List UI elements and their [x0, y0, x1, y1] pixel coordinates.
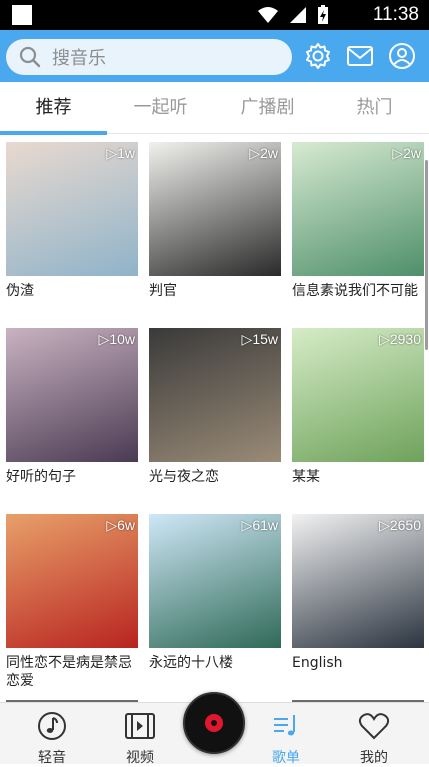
nav-label: 我的	[360, 750, 388, 766]
playlist-cover: ▷2650	[292, 514, 424, 648]
play-count: ▷6w	[106, 517, 135, 533]
status-time: 11:38	[372, 4, 419, 25]
nav-label: 视频	[126, 750, 154, 766]
tab-radio-drama[interactable]: 广播剧	[214, 82, 321, 132]
search-input[interactable]: 搜音乐	[6, 39, 292, 75]
playlist-card[interactable]: ▷2w 信息素说我们不可能	[292, 142, 424, 300]
playlist-card[interactable]: ▷2650 English	[292, 514, 424, 672]
play-count: ▷1w	[106, 145, 135, 161]
nav-label: 轻音	[38, 750, 66, 766]
playlist-card[interactable]: ▷15w 光与夜之恋	[149, 328, 281, 486]
playlist-title: 光与夜之恋	[149, 469, 219, 485]
playlist-cover: ▷1w	[6, 142, 138, 276]
search-icon	[19, 46, 41, 68]
nav-video[interactable]: 视频	[110, 711, 170, 767]
playlist-cover: ▷2w	[149, 142, 281, 276]
play-count: ▷2930	[379, 331, 421, 347]
wifi-icon	[258, 7, 278, 23]
playlist-cover: ▷10w	[6, 328, 138, 462]
playlist-grid: ▷1w 伪渣 ▷2w 判官 ▷2w 信息素说我们不可能 ▷10w 好听的句子 ▷…	[0, 134, 429, 702]
scrollbar[interactable]	[425, 160, 428, 350]
tab-popular[interactable]: 热门	[321, 82, 428, 132]
status-icons	[257, 5, 329, 24]
playlist-card[interactable]: ▷2w 判官	[149, 142, 281, 300]
vinyl-hole	[211, 720, 217, 726]
user-profile-icon[interactable]	[388, 42, 416, 70]
play-count: ▷15w	[241, 331, 278, 347]
nav-light-music[interactable]: 轻音	[22, 711, 82, 767]
playlist-cover: ▷2w	[292, 142, 424, 276]
playlist-title: 伪渣	[6, 283, 34, 299]
heart-icon	[358, 713, 390, 740]
playlist-title: 信息素说我们不可能	[292, 283, 418, 299]
now-playing-disc-button[interactable]	[183, 692, 245, 754]
signal-icon	[290, 7, 306, 23]
music-note-icon	[38, 712, 66, 740]
playlist-card[interactable]: ▷2930 某某	[292, 328, 424, 486]
playlist-card[interactable]: ▷61w 永远的十八楼	[149, 514, 281, 672]
playlist-cover: ▷2930	[292, 328, 424, 462]
play-count: ▷2w	[392, 145, 421, 161]
notification-icon	[12, 5, 32, 25]
search-placeholder: 搜音乐	[52, 48, 106, 69]
nav-playlist[interactable]: 歌单	[256, 711, 316, 767]
play-count: ▷10w	[98, 331, 135, 347]
video-film-icon	[125, 713, 155, 739]
nav-label: 歌单	[272, 750, 300, 766]
playlist-title: 同性恋不是病是禁忌恋爱	[6, 655, 132, 689]
playlist-title: 某某	[292, 469, 320, 485]
status-bar: 11:38	[0, 0, 429, 30]
playlist-card[interactable]: ▷6w 同性恋不是病是禁忌恋爱	[6, 514, 138, 690]
playlist-icon	[274, 715, 295, 736]
playlist-title: 判官	[149, 283, 177, 299]
playlist-cover: ▷6w	[6, 514, 138, 648]
play-count: ▷61w	[241, 517, 278, 533]
playlist-cover: ▷15w	[149, 328, 281, 462]
tab-recommend[interactable]: 推荐	[0, 82, 107, 132]
playlist-card[interactable]: ▷10w 好听的句子	[6, 328, 138, 486]
playlist-card[interactable]: ▷1w 伪渣	[6, 142, 138, 300]
mail-icon[interactable]	[346, 42, 374, 70]
play-count: ▷2650	[379, 517, 421, 533]
app-header: 搜音乐	[0, 30, 429, 82]
playlist-title: 永远的十八楼	[149, 655, 233, 671]
playlist-cover: ▷61w	[149, 514, 281, 648]
playlist-title: 好听的句子	[6, 469, 76, 485]
play-count: ▷2w	[249, 145, 278, 161]
tab-listen-together[interactable]: 一起听	[107, 82, 214, 132]
nav-mine[interactable]: 我的	[344, 711, 404, 767]
battery-charging-icon	[318, 5, 328, 24]
settings-gear-icon[interactable]	[304, 42, 332, 70]
playlist-title: English	[292, 655, 343, 671]
category-tabs: 推荐 一起听 广播剧 热门	[0, 82, 429, 135]
